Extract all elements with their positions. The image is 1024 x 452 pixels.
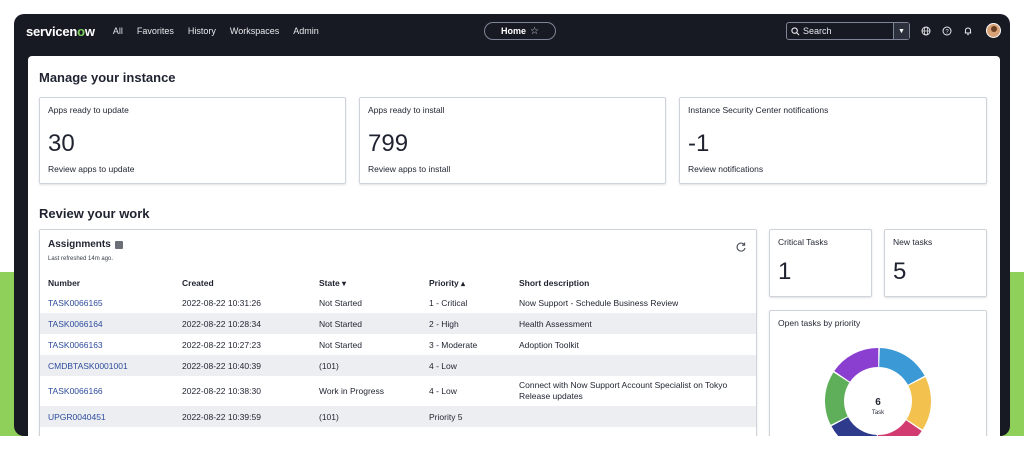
created-cell: 2022-08-22 10:31:26 — [182, 297, 261, 308]
bell-icon[interactable] — [961, 24, 975, 38]
donut-center-label: Task — [872, 410, 885, 416]
table-row[interactable]: TASK0066163 2022-08-22 10:27:23 Not Star… — [40, 334, 756, 355]
created-cell: 2022-08-22 10:38:30 — [182, 386, 261, 396]
nav-links: All Favorites History Workspaces Admin — [113, 26, 319, 36]
apps-install-value: 799 — [368, 130, 409, 157]
task-number-link[interactable]: TASK0066164 — [40, 313, 174, 334]
nav-favorites[interactable]: Favorites — [137, 26, 174, 36]
table-row[interactable]: UPGR0040451 2022-08-22 10:39:59 (101) Pr… — [40, 406, 756, 427]
created-cell: 2022-08-22 10:39:59 — [174, 406, 311, 427]
task-number-link[interactable]: CMDBTASK0001001 — [40, 355, 174, 376]
task-number-link[interactable]: TASK0066163 — [40, 334, 174, 355]
priority-donut-chart[interactable]: 6 Task — [770, 311, 988, 436]
table-row[interactable]: TASK0066164 2022-08-22 10:28:34 Not Star… — [40, 313, 756, 334]
description-cell: Now Support - Schedule Business Review — [519, 297, 679, 308]
search-input[interactable]: Search — [803, 26, 893, 36]
screenshot-stage: servicenow All Favorites History Workspa… — [0, 0, 1024, 452]
description-cell: Connect with Now Support Account Special… — [519, 380, 728, 401]
main-content: Manage your instance Apps ready to updat… — [28, 56, 1000, 436]
assignments-card: Assignments Last refreshed 14m ago. Numb… — [39, 229, 757, 436]
priority-cell: Priority 5 — [421, 406, 511, 427]
state-cell: Not Started — [311, 313, 421, 334]
assignments-table: Number Created State Priority Short desc… — [40, 274, 756, 427]
critical-tasks-title: Critical Tasks — [778, 237, 828, 247]
table-row[interactable]: TASK0066166 2022-08-22 10:38:30 Work in … — [40, 376, 756, 406]
servicenow-logo[interactable]: servicenow — [26, 24, 95, 39]
apps-update-value: 30 — [48, 130, 75, 157]
state-cell: Not Started — [319, 339, 362, 350]
top-nav: servicenow All Favorites History Workspa… — [14, 14, 1010, 48]
apps-install-title: Apps ready to install — [368, 105, 445, 115]
search-box[interactable]: Search ▼ — [786, 22, 910, 40]
refresh-icon[interactable] — [735, 240, 747, 252]
globe-icon[interactable] — [919, 24, 933, 38]
col-state[interactable]: State — [311, 274, 421, 292]
star-icon[interactable]: ☆ — [530, 26, 539, 37]
col-short-description[interactable]: Short description — [511, 274, 756, 292]
apps-update-title: Apps ready to update — [48, 105, 129, 115]
state-cell: (101) — [311, 406, 421, 427]
state-cell: (101) — [311, 355, 421, 376]
search-icon — [787, 23, 803, 39]
table-row[interactable]: CMDBTASK0001001 2022-08-22 10:40:39 (101… — [40, 355, 756, 376]
donut-segment[interactable] — [879, 348, 925, 385]
home-button[interactable]: Home ☆ — [484, 22, 556, 40]
task-number-link[interactable]: UPGR0040451 — [40, 406, 174, 427]
priority-cell: 3 - Moderate — [429, 339, 478, 350]
critical-tasks-value: 1 — [778, 258, 792, 285]
donut-center-value: 6 — [875, 397, 881, 408]
description-cell — [511, 406, 756, 427]
review-notifications-link[interactable]: Review notifications — [688, 164, 763, 174]
assignments-title: Assignments — [48, 239, 123, 250]
donut-segment[interactable] — [906, 377, 931, 430]
review-title: Review your work — [39, 206, 150, 221]
state-cell: Work in Progress — [319, 386, 385, 396]
task-number-link[interactable]: TASK0066166 — [40, 376, 174, 406]
priority-cell: 2 - High — [421, 313, 511, 334]
review-apps-install-link[interactable]: Review apps to install — [368, 164, 450, 174]
review-apps-update-link[interactable]: Review apps to update — [48, 164, 134, 174]
task-number-link[interactable]: TASK0066165 — [40, 292, 174, 313]
apps-update-card[interactable]: Apps ready to update 30 Review apps to u… — [39, 97, 346, 184]
nav-workspaces[interactable]: Workspaces — [230, 26, 279, 36]
created-cell: 2022-08-22 10:40:39 — [174, 355, 311, 376]
user-avatar[interactable] — [986, 23, 1001, 38]
col-priority[interactable]: Priority — [421, 274, 511, 292]
new-tasks-title: New tasks — [893, 237, 933, 247]
priority-cell: 1 - Critical — [429, 297, 468, 308]
apps-install-card[interactable]: Apps ready to install 799 Review apps to… — [359, 97, 666, 184]
col-number[interactable]: Number — [40, 274, 174, 292]
table-header-row: Number Created State Priority Short desc… — [40, 274, 756, 292]
nav-all[interactable]: All — [113, 26, 123, 36]
critical-tasks-card[interactable]: Critical Tasks 1 — [769, 229, 872, 297]
security-notifications-value: -1 — [688, 130, 710, 157]
list-icon[interactable] — [114, 240, 123, 249]
nav-admin[interactable]: Admin — [293, 26, 319, 36]
security-notifications-card[interactable]: Instance Security Center notifications -… — [679, 97, 987, 184]
last-refreshed-text: Last refreshed 14m ago. — [48, 256, 114, 262]
description-cell: Health Assessment — [511, 313, 756, 334]
new-tasks-value: 5 — [893, 258, 907, 285]
open-tasks-by-priority-card: Open tasks by priority 6 Task — [769, 310, 987, 436]
donut-segment[interactable] — [834, 348, 879, 382]
priority-cell: 4 - Low — [421, 355, 511, 376]
security-notifications-title: Instance Security Center notifications — [688, 105, 829, 115]
search-scope-dropdown[interactable]: ▼ — [893, 23, 909, 39]
home-label: Home — [501, 26, 527, 36]
col-created[interactable]: Created — [174, 274, 311, 292]
donut-segment[interactable] — [825, 372, 850, 425]
description-cell: Adoption Toolkit — [519, 339, 579, 350]
help-icon[interactable]: ? — [940, 24, 954, 38]
created-cell: 2022-08-22 10:27:23 — [182, 339, 261, 350]
app-window: servicenow All Favorites History Workspa… — [14, 14, 1010, 436]
table-row[interactable]: TASK0066165 2022-08-22 10:31:26 Not Star… — [40, 292, 756, 313]
new-tasks-card[interactable]: New tasks 5 — [884, 229, 987, 297]
nav-history[interactable]: History — [188, 26, 216, 36]
state-cell: Not Started — [319, 297, 362, 308]
description-cell — [511, 355, 756, 376]
manage-title: Manage your instance — [39, 70, 176, 85]
created-cell: 2022-08-22 10:28:34 — [174, 313, 311, 334]
priority-cell: 4 - Low — [429, 386, 457, 396]
